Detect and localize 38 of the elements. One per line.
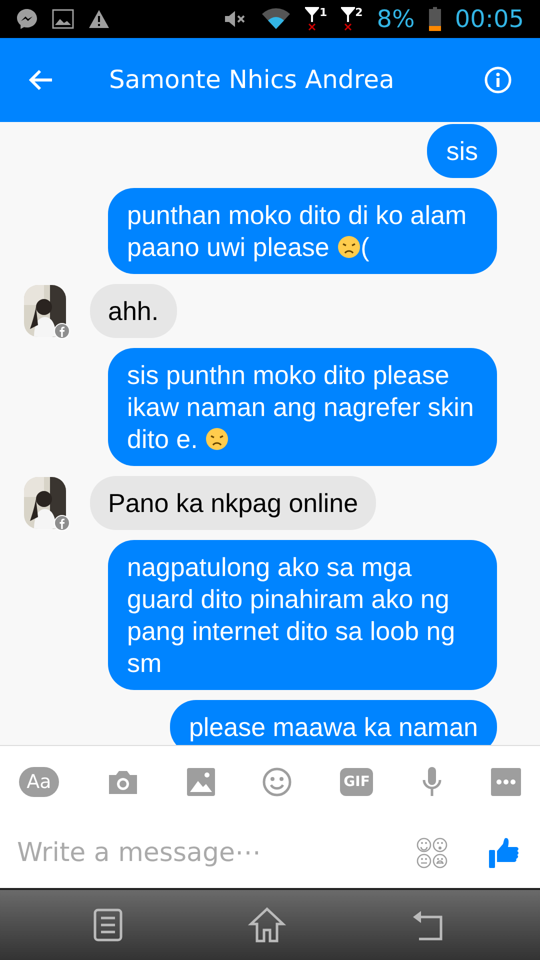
camera-icon[interactable] (106, 768, 139, 796)
clock: 00:05 (454, 7, 524, 31)
facebook-badge-icon (54, 323, 70, 339)
battery-percent: 8% (376, 7, 415, 31)
wifi-icon (261, 8, 292, 30)
battery-icon (428, 7, 441, 31)
facebook-badge-icon (54, 515, 70, 531)
messenger-icon (16, 8, 38, 30)
thumbs-up-icon[interactable] (488, 837, 520, 869)
image-icon (52, 9, 74, 29)
sad-face-icon (336, 235, 361, 259)
sad-face-icon (205, 427, 230, 451)
menu-icon[interactable] (92, 908, 123, 942)
gif-button[interactable]: GIF (340, 768, 374, 796)
sent-message-bubble: please maawa ka naman (170, 700, 497, 745)
font-button[interactable]: Aa (19, 767, 59, 797)
image-icon[interactable] (186, 768, 215, 796)
info-icon[interactable] (484, 66, 512, 94)
sent-message-bubble: sis (427, 124, 497, 178)
sim-number: 1 (319, 7, 328, 18)
sent-message-bubble: punthan moko dito di ko alam paano uwi please ( (108, 188, 497, 274)
smiley-icon[interactable] (262, 767, 292, 797)
home-icon[interactable] (248, 906, 286, 944)
received-message-bubble: Pano ka nkpag online (90, 476, 376, 530)
signal-icon (305, 7, 320, 31)
back-arrow-icon[interactable] (28, 69, 54, 91)
microphone-icon[interactable] (421, 767, 444, 797)
more-icon[interactable] (490, 768, 521, 796)
warning-icon (88, 9, 110, 29)
received-message-bubble: ahh. (90, 284, 177, 338)
message-input[interactable]: Write a message⋯ (17, 834, 416, 872)
sent-message-bubble: sis punthn moko dito please ikaw naman ang nagrefer skin dito e. (108, 348, 497, 466)
mute-icon (223, 9, 248, 29)
emoji-icon[interactable] (416, 837, 448, 869)
sim-number: 2 (355, 7, 363, 18)
signal-icon (341, 7, 356, 31)
sent-message-bubble: nagpatulong ako sa mga guard dito pinahiram ako ng pang internet dito sa loob ng sm (108, 540, 497, 690)
conversation-title: Samonte Nhics Andrea (109, 64, 396, 96)
